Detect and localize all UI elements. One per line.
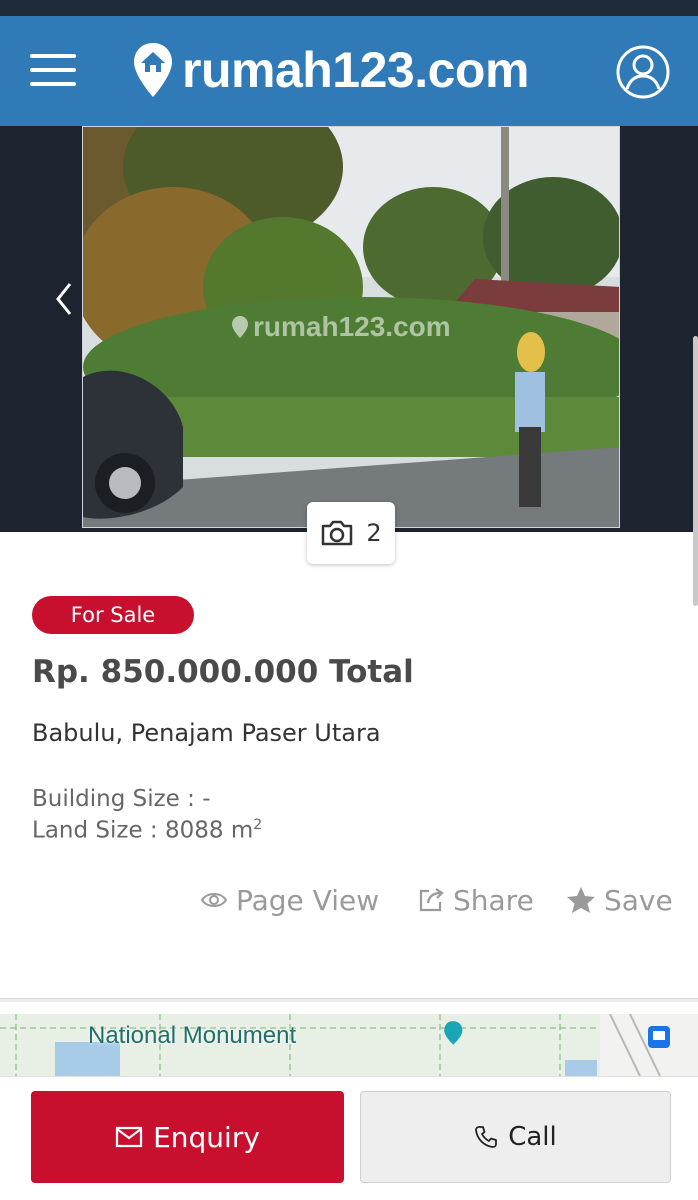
listing-page: rumah123.com rumah123.com 2 For Sale Rp.… bbox=[0, 0, 698, 1200]
photo-count-value: 2 bbox=[366, 519, 382, 547]
star-icon bbox=[567, 887, 595, 913]
contact-footer: Enquiry Call bbox=[0, 1076, 698, 1200]
location-map[interactable]: National Monument bbox=[0, 1014, 698, 1076]
app-header: rumah123.com bbox=[0, 16, 698, 126]
map-label: National Monument bbox=[88, 1022, 297, 1049]
page-view-label: Page View bbox=[236, 883, 380, 917]
call-button[interactable]: Call bbox=[360, 1091, 671, 1183]
photo-watermark: rumah123.com bbox=[231, 311, 451, 343]
listing-location: Babulu, Penajam Paser Utara bbox=[32, 719, 381, 747]
share-button[interactable]: Share bbox=[417, 880, 534, 920]
watermark-text: rumah123.com bbox=[253, 311, 451, 342]
user-icon[interactable] bbox=[615, 44, 671, 100]
eye-icon bbox=[200, 893, 228, 907]
for-sale-badge: For Sale bbox=[32, 596, 194, 634]
save-button[interactable]: Save bbox=[566, 880, 673, 920]
site-logo[interactable]: rumah123.com bbox=[132, 38, 529, 102]
mail-icon bbox=[115, 1126, 143, 1148]
menu-icon[interactable] bbox=[28, 50, 78, 90]
camera-icon bbox=[322, 520, 353, 546]
building-size: Building Size : - bbox=[32, 786, 211, 812]
land-size-text: Land Size : 8088 m bbox=[32, 817, 254, 844]
phone-icon bbox=[475, 1126, 498, 1148]
scrollbar[interactable] bbox=[693, 336, 698, 606]
chevron-left-icon[interactable] bbox=[48, 276, 78, 322]
enquiry-button[interactable]: Enquiry bbox=[31, 1091, 344, 1183]
logo-text: rumah123.com bbox=[182, 42, 529, 98]
listing-price: Rp. 850.000.000 Total bbox=[32, 654, 414, 690]
share-icon bbox=[419, 888, 444, 912]
share-label: Share bbox=[453, 883, 534, 917]
call-label: Call bbox=[508, 1122, 557, 1152]
home-pin-icon bbox=[134, 43, 172, 97]
photo-count-button[interactable]: 2 bbox=[307, 502, 395, 564]
land-size: Land Size : 8088 m2 bbox=[32, 817, 262, 844]
status-bar bbox=[0, 0, 698, 16]
map-pin-icon bbox=[232, 316, 248, 338]
section-divider bbox=[0, 998, 698, 1002]
photo-gallery: rumah123.com bbox=[0, 126, 698, 532]
enquiry-label: Enquiry bbox=[153, 1120, 260, 1154]
land-size-unit: 2 bbox=[253, 817, 263, 833]
save-label: Save bbox=[604, 883, 673, 917]
page-view-button[interactable]: Page View bbox=[200, 880, 379, 920]
property-photo[interactable]: rumah123.com bbox=[82, 126, 620, 528]
